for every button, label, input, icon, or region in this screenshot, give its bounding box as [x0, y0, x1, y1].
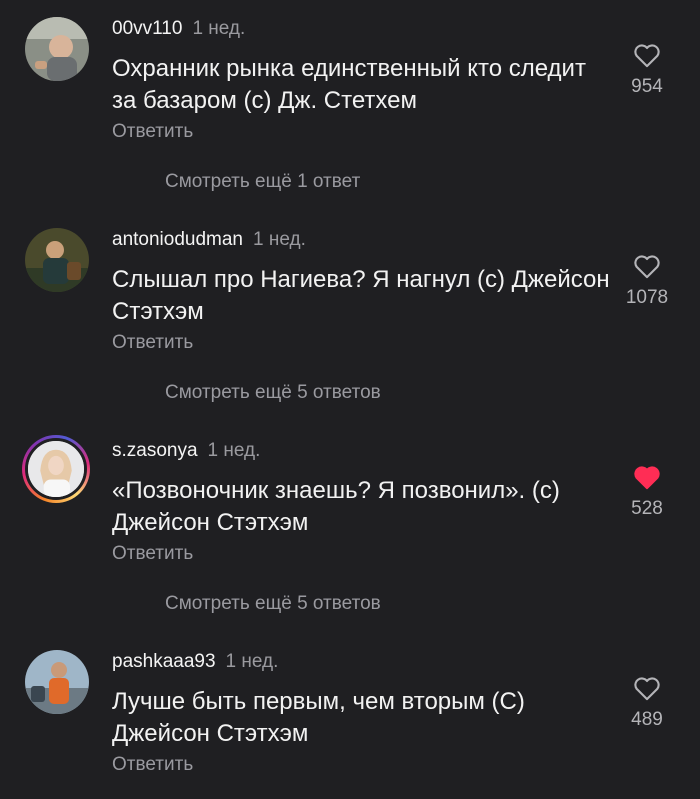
like-count: 489	[631, 709, 663, 730]
avatar[interactable]	[25, 228, 89, 292]
avatar-photo-icon	[28, 441, 84, 497]
like-count: 528	[631, 498, 663, 519]
avatar[interactable]	[25, 650, 89, 714]
comment-text: «Позвоночник знаешь? Я позвонил». (с) Дж…	[112, 477, 560, 536]
heart-outline-icon	[634, 255, 660, 279]
comment-username[interactable]: antoniodudman	[112, 229, 243, 250]
comment-text: Слышал про Нагиева? Я нагнул (с) Джейсон…	[112, 266, 610, 325]
heart-outline-icon	[634, 44, 660, 68]
comment-username[interactable]: s.zasonya	[112, 440, 198, 461]
comment-text: Охранник рынка единственный кто следит з…	[112, 55, 586, 114]
like-button[interactable]: 489	[622, 675, 672, 731]
like-count: 954	[631, 76, 663, 97]
comment-text: Лучше быть первым, чем вторым (С) Джейсо…	[112, 688, 525, 747]
reply-button[interactable]: Ответить	[112, 331, 193, 355]
comment-time: 1 нед.	[253, 229, 306, 250]
reply-button[interactable]: Ответить	[112, 753, 193, 777]
avatar[interactable]	[25, 17, 89, 81]
heart-outline-icon	[634, 677, 660, 701]
comment-time: 1 нед.	[207, 440, 261, 461]
view-more-replies[interactable]: Смотреть ещё 1 ответ	[165, 170, 360, 194]
avatar-photo-icon	[25, 17, 89, 81]
like-count: 1078	[625, 287, 669, 308]
like-button[interactable]: 954	[622, 42, 672, 98]
heart-filled-icon	[634, 466, 660, 490]
avatar-photo-icon	[25, 228, 89, 292]
view-more-replies[interactable]: Смотреть ещё 5 ответов	[165, 592, 381, 616]
view-more-replies[interactable]: Смотреть ещё 5 ответов	[165, 381, 381, 405]
comment-username[interactable]: pashkaaa93	[112, 651, 216, 672]
reply-button[interactable]: Ответить	[112, 120, 193, 144]
like-button[interactable]: 1078	[622, 253, 672, 309]
like-button[interactable]: 528	[622, 464, 672, 520]
reply-button[interactable]: Ответить	[112, 542, 193, 566]
comments-feed: 00vv110 1 нед. Охранник рынка единственны…	[0, 0, 700, 799]
comment-time: 1 нед.	[192, 18, 246, 39]
avatar-with-story-ring[interactable]	[22, 435, 90, 503]
avatar-photo-icon	[25, 650, 89, 714]
comment-username[interactable]: 00vv110	[112, 18, 182, 39]
comment-time: 1 нед.	[225, 651, 279, 672]
